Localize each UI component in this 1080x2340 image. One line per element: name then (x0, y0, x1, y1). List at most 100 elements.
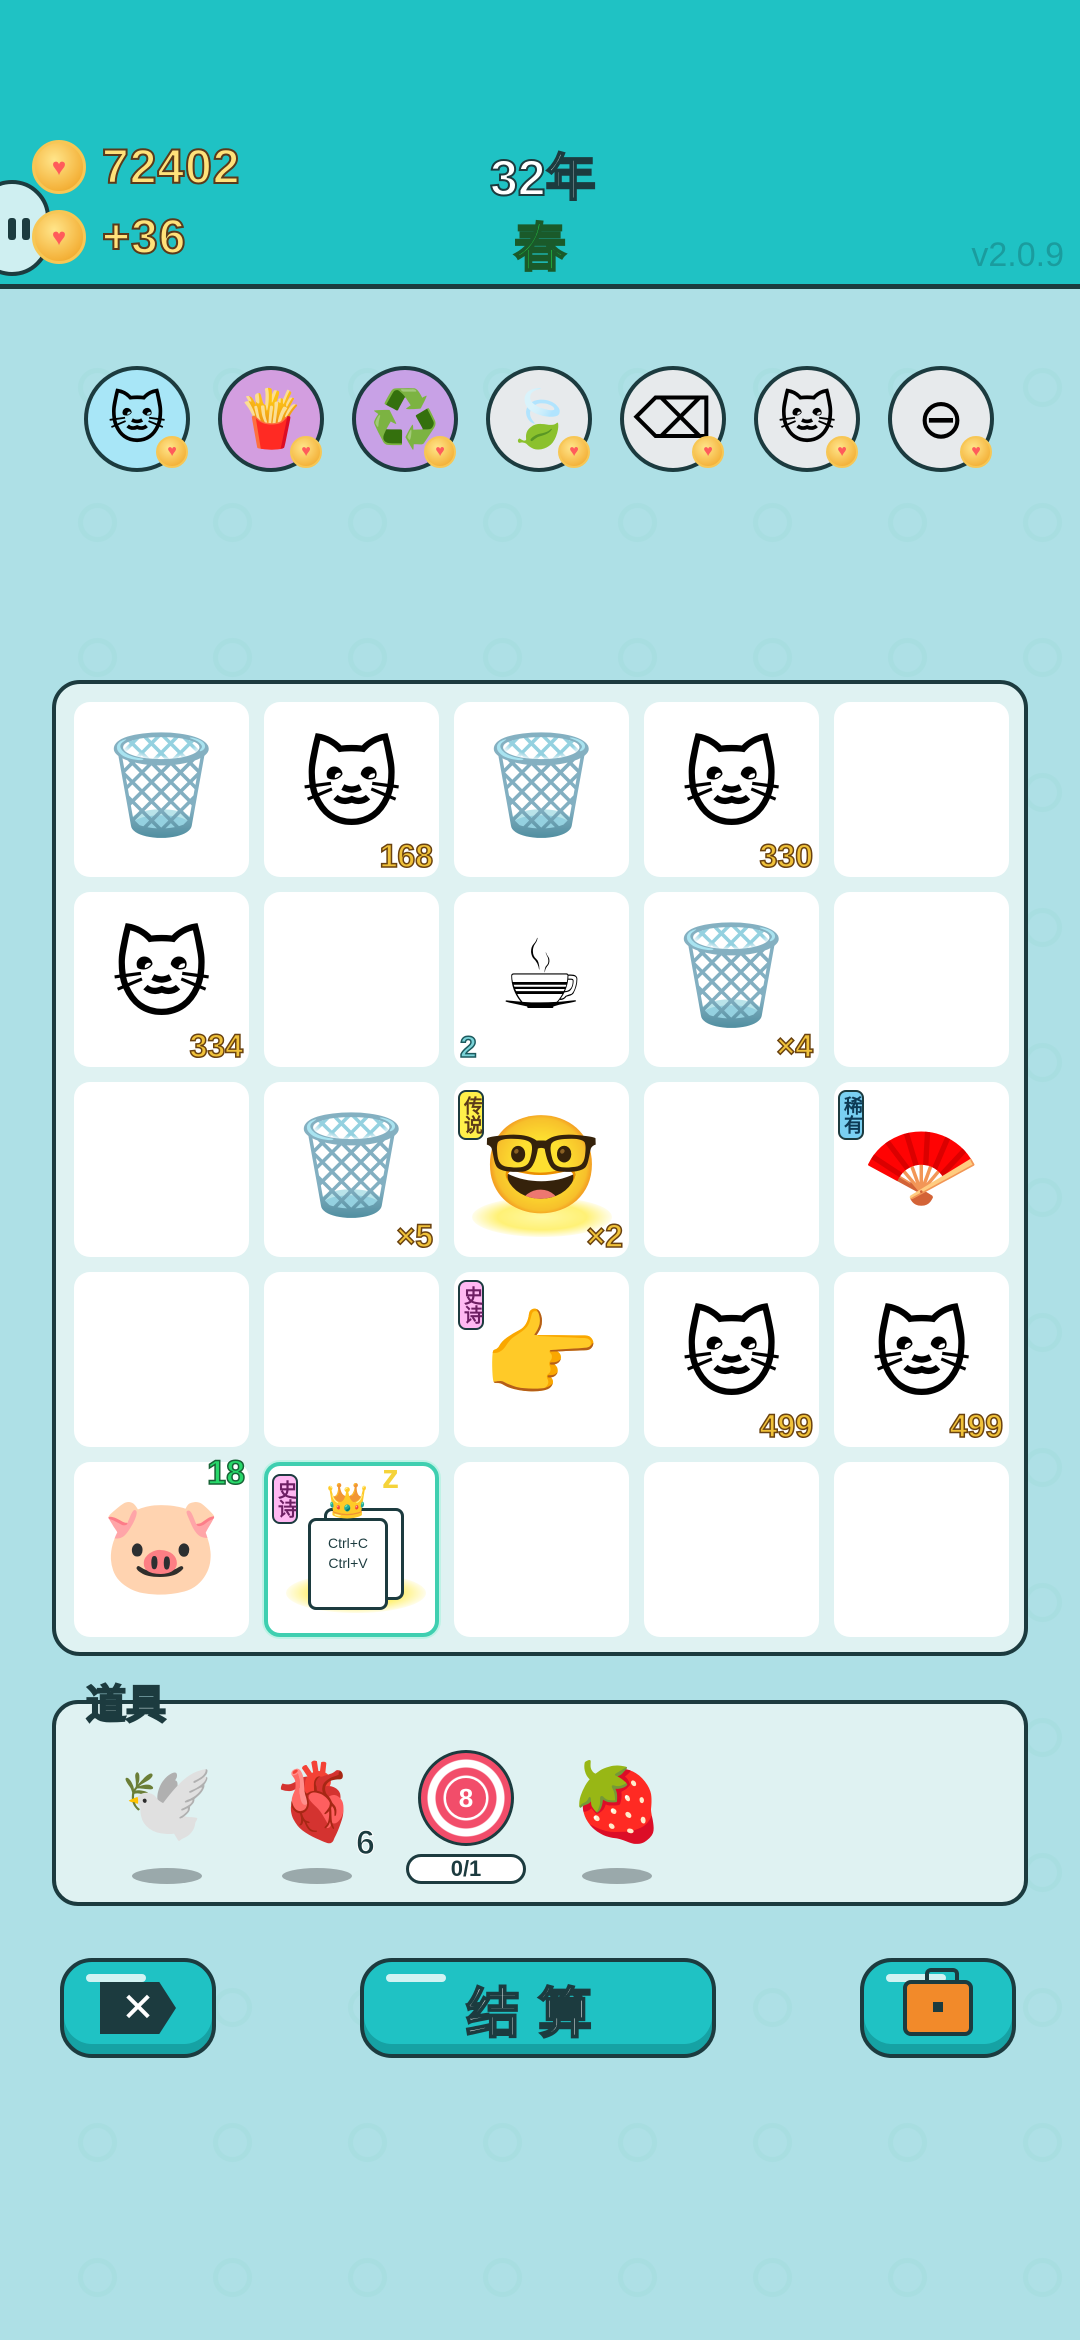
board-cell-king[interactable]: 🤓 传说 ×2 (454, 1082, 629, 1257)
item-count: ×2 (586, 1217, 624, 1255)
heart-coin-icon: ♥ (290, 436, 322, 468)
prop-shadow (282, 1868, 352, 1884)
liver-count: 6 (356, 1824, 376, 1863)
board-cell-trash-bag[interactable]: 🗑️ ×4 (644, 892, 819, 1067)
heart-coin-icon: ♥ (692, 436, 724, 468)
prop-shadow (132, 1868, 202, 1884)
target-progress: 0/1 (406, 1854, 526, 1884)
fan-icon: 🪭 (861, 1112, 982, 1219)
button-shine (386, 1974, 446, 1982)
board-cell-cat[interactable]: 🐱 334 (74, 892, 249, 1067)
board-cell-empty[interactable] (74, 1272, 249, 1447)
trash-bag-icon: 🗑️ (291, 1112, 412, 1219)
item-timer: 18 (206, 1453, 245, 1493)
board-cell-trash-bag[interactable]: 🗑️ (74, 702, 249, 877)
board-cell-empty[interactable] (264, 1272, 439, 1447)
item-count: 334 (189, 1027, 244, 1065)
income-coin-icon: ♥ (32, 210, 86, 264)
trash-bag-icon: 🗑️ (481, 732, 602, 839)
twin-cats-icon: 🐱 (777, 387, 837, 450)
cat-icon: 🐱 (111, 922, 212, 1029)
board-cell-cat[interactable]: 🐱 168 (264, 702, 439, 877)
cat-icon: 🐱 (301, 732, 402, 839)
crown-icon: 👑 (326, 1482, 369, 1520)
board-cell-cat[interactable]: 🐱 499 (644, 1272, 819, 1447)
cat-icon: 🐱 (681, 732, 782, 839)
skill-recycle[interactable]: ♻️ ♥ (352, 366, 458, 472)
rarity-tag: 稀有 (838, 1090, 864, 1140)
target-number: 8 (444, 1776, 488, 1820)
skill-fries[interactable]: 🍟 ♥ (218, 366, 324, 472)
skill-remove-tag[interactable]: ⌫ ♥ (620, 366, 726, 472)
trash-bag-icon: 🗑️ (101, 732, 222, 839)
king-icon: 🤓 (481, 1112, 602, 1219)
heart-coin-icon: ♥ (156, 436, 188, 468)
version-label: v2.0.9 (971, 236, 1064, 274)
cat-coin-icon: 🐱 (107, 387, 167, 450)
board-cell-pig[interactable]: 🐷 18 (74, 1453, 249, 1637)
item-count: 330 (759, 837, 814, 875)
board-cell-cat[interactable]: 🐱 499 (834, 1272, 1009, 1447)
board-cell-trash-bag[interactable]: 🗑️ (454, 702, 629, 877)
coin-icon: ♥ (32, 140, 86, 194)
skill-twin-cats[interactable]: 🐱 ♥ (754, 366, 860, 472)
inventory-button[interactable] (860, 1958, 1016, 2058)
coffee-icon: ☕ (498, 922, 585, 1029)
coin-income: +36 (101, 210, 187, 265)
settle-label: 结算 (465, 1983, 610, 2045)
heart-coin-icon: ♥ (424, 436, 456, 468)
heart-coin-icon: ♥ (826, 436, 858, 468)
sleep-icon: z (382, 1458, 399, 1496)
skill-cat-coin[interactable]: 🐱 ♥ (84, 366, 190, 472)
item-count: ×4 (776, 1027, 814, 1065)
white-bird-icon[interactable]: 🕊️ (112, 1748, 222, 1858)
skill-minus-circle[interactable]: ⊖ ♥ (888, 366, 994, 472)
prop-shadow (582, 1868, 652, 1884)
board-cell-empty[interactable] (834, 1462, 1009, 1637)
heart-coin-icon: ♥ (960, 436, 992, 468)
season-label: 春 (513, 219, 567, 279)
remove-tag-icon: ✕ (100, 1982, 176, 2034)
cat-icon: 🐱 (871, 1302, 972, 1409)
rarity-tag: 史诗 (272, 1474, 298, 1524)
board-cell-empty[interactable] (644, 1462, 819, 1637)
rarity-tag: 史诗 (458, 1280, 484, 1330)
board-cell-empty[interactable] (454, 1462, 629, 1637)
skill-leaf[interactable]: 🍃 ♥ (486, 366, 592, 472)
board-cell-ctrl-cv[interactable]: Ctrl+C Ctrl+V 👑 z 史诗 (264, 1458, 439, 1637)
board-cell-coffee[interactable]: ☕ 2 (454, 892, 629, 1067)
remove-button[interactable]: ✕ (60, 1958, 216, 2058)
board-cell-empty[interactable] (834, 702, 1009, 877)
board-cell-trash-bag[interactable]: 🗑️ ×5 (264, 1082, 439, 1257)
heart-coin-icon: ♥ (558, 436, 590, 468)
settle-button[interactable]: 结算 (360, 1958, 716, 2058)
props-panel: 🕊️ 🫀 6 8 0/1 🍓 (52, 1700, 1028, 1906)
item-counter: 2 (459, 1030, 477, 1065)
trash-bag-icon: 🗑️ (671, 922, 792, 1029)
rarity-tag: 传说 (458, 1090, 484, 1140)
button-shine (86, 1974, 146, 1982)
board-cell-empty[interactable] (644, 1082, 819, 1257)
bayberry-icon[interactable]: 🍓 (562, 1748, 672, 1858)
target-icon[interactable]: 8 (418, 1750, 514, 1846)
briefcase-icon (903, 1968, 973, 2036)
item-count: 499 (949, 1407, 1004, 1445)
card-line-1: Ctrl+C (327, 1535, 369, 1551)
item-count: 499 (759, 1407, 814, 1445)
board-cell-empty[interactable] (74, 1082, 249, 1257)
coin-total: 72402 (101, 140, 241, 195)
board-cell-fan[interactable]: 🪭 稀有 (834, 1082, 1009, 1257)
pointer-hand-icon: 👉 (481, 1302, 602, 1409)
ctrl-cv-card: Ctrl+C Ctrl+V (308, 1518, 388, 1610)
board-cell-cat[interactable]: 🐱 330 (644, 702, 819, 877)
minus-circle-icon: ⊖ (917, 387, 965, 450)
card-line-2: Ctrl+V (328, 1555, 368, 1571)
pig-icon: 🐷 (101, 1492, 222, 1599)
item-count: 168 (379, 837, 434, 875)
board-cell-pointer-hand[interactable]: 👉 史诗 (454, 1272, 629, 1447)
board-cell-empty[interactable] (834, 892, 1009, 1067)
year-label: 32年 (489, 149, 597, 207)
board-cell-empty[interactable] (264, 892, 439, 1067)
top-header: ♥ 72402 ♥ +36 32年 春 v2.0.9 (0, 0, 1080, 289)
cat-icon: 🐱 (681, 1302, 782, 1409)
